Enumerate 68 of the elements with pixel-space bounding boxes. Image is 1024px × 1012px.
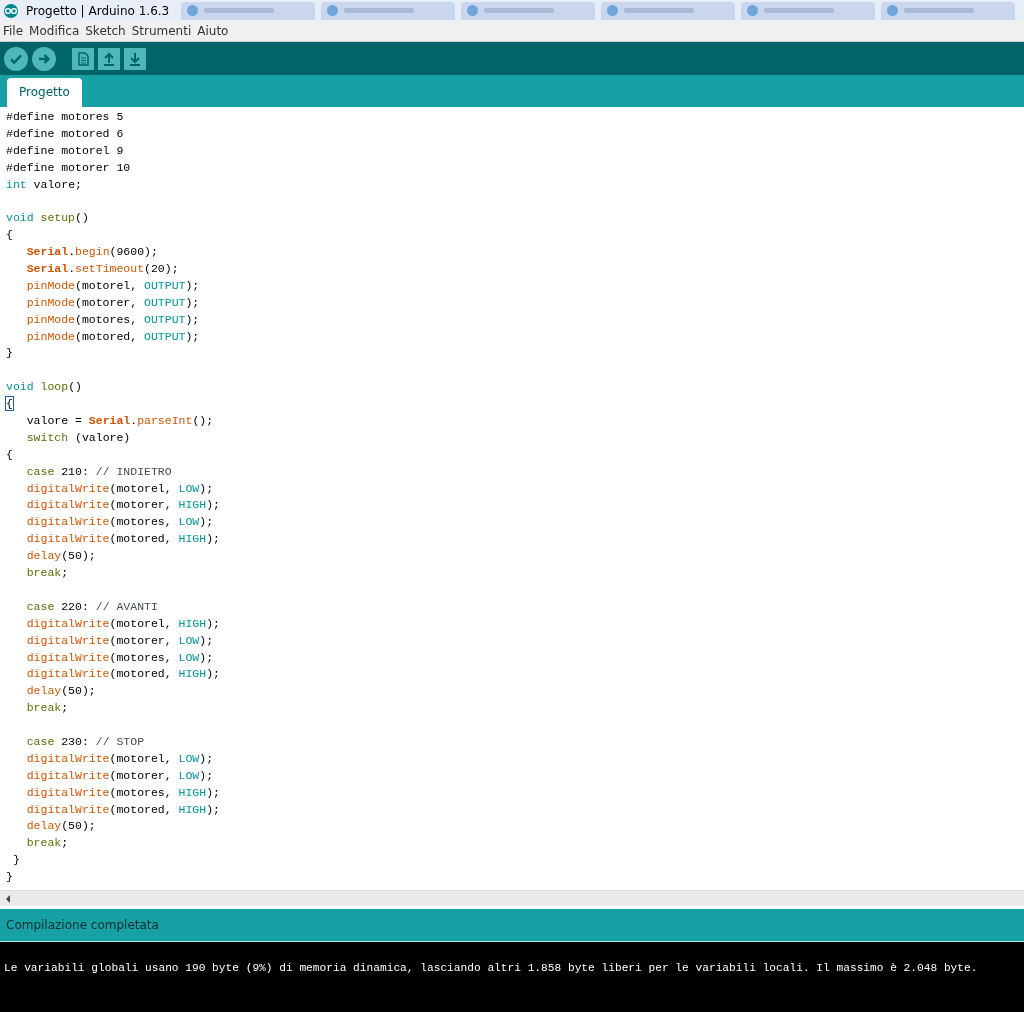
code-line: digitalWrite(motorel, LOW); bbox=[25, 480, 214, 497]
code-line: case 220: // AVANTI bbox=[25, 598, 158, 615]
code-line: #define motorel 9 bbox=[6, 142, 124, 159]
code-line: Serial.setTimeout(20); bbox=[25, 261, 179, 277]
browser-tab[interactable] bbox=[321, 1, 456, 20]
code-line: delay(50); bbox=[25, 683, 96, 700]
code-line: break; bbox=[25, 700, 69, 717]
code-line: } bbox=[6, 869, 13, 886]
open-button[interactable] bbox=[98, 47, 120, 70]
code-line: valore = Serial.parseInt(); bbox=[25, 413, 214, 430]
new-sketch-button[interactable] bbox=[72, 47, 94, 70]
menu-item[interactable]: Sketch bbox=[85, 24, 126, 38]
code-line: digitalWrite(motores, LOW); bbox=[25, 649, 214, 666]
left-arrow-icon[interactable] bbox=[5, 894, 11, 903]
code-line: Serial.begin(9600); bbox=[25, 244, 158, 261]
code-line: digitalWrite(motored, HIGH); bbox=[25, 801, 220, 818]
code-line: digitalWrite(motorer, LOW); bbox=[25, 767, 214, 784]
code-line: pinMode(motored, OUTPUT); bbox=[25, 328, 200, 345]
code-line: digitalWrite(motorel, HIGH); bbox=[25, 615, 220, 632]
code-line: switch (valore) bbox=[25, 429, 131, 446]
code-line: void setup() bbox=[6, 210, 89, 227]
menu-item[interactable]: Modifica bbox=[29, 24, 80, 38]
upload-button[interactable] bbox=[32, 46, 56, 71]
code-line: delay(50); bbox=[25, 818, 96, 835]
code-line: { bbox=[6, 396, 13, 413]
code-line: #define motores 5 bbox=[6, 109, 124, 125]
code-line: digitalWrite(motorer, LOW); bbox=[25, 632, 214, 649]
save-button[interactable] bbox=[124, 47, 146, 70]
code-line: digitalWrite(motored, HIGH); bbox=[25, 666, 220, 683]
code-line: pinMode(motorer, OUTPUT); bbox=[25, 294, 200, 311]
code-line: pinMode(motores, OUTPUT); bbox=[25, 311, 200, 328]
code-line: void loop() bbox=[6, 379, 82, 396]
code-line: #define motorer 10 bbox=[6, 159, 131, 176]
code-line: break; bbox=[25, 835, 69, 852]
code-line: case 230: // STOP bbox=[25, 733, 145, 750]
code-line: } bbox=[11, 852, 20, 869]
menu-item[interactable]: File bbox=[3, 24, 24, 38]
code-line: digitalWrite(motores, HIGH); bbox=[25, 784, 220, 801]
code-line: digitalWrite(motored, HIGH); bbox=[25, 531, 220, 548]
verify-button[interactable] bbox=[4, 46, 28, 71]
code-line: digitalWrite(motorel, LOW); bbox=[25, 750, 214, 767]
horizontal-scrollbar[interactable] bbox=[0, 890, 1024, 906]
browser-tab[interactable] bbox=[181, 1, 316, 20]
code-line: break; bbox=[25, 565, 69, 582]
menu-item[interactable]: Strumenti bbox=[131, 24, 192, 38]
browser-tab[interactable] bbox=[601, 1, 736, 20]
window-title: Progetto | Arduino 1.6.3 bbox=[26, 3, 170, 18]
code-line: int valore; bbox=[6, 176, 82, 193]
code-line: pinMode(motorel, OUTPUT); bbox=[25, 277, 200, 294]
code-line: case 210: // INDIETRO bbox=[25, 463, 172, 480]
code-line: } bbox=[6, 345, 13, 362]
menu-item[interactable]: Aiuto bbox=[197, 24, 229, 38]
browser-tab[interactable] bbox=[881, 1, 1016, 20]
download-icon bbox=[127, 50, 143, 67]
upload-icon bbox=[101, 50, 117, 67]
code-line: delay(50); bbox=[25, 548, 96, 565]
browser-tab[interactable] bbox=[461, 1, 596, 20]
code-line: { bbox=[6, 446, 13, 463]
code-line: digitalWrite(motores, LOW); bbox=[25, 514, 214, 531]
code-line: #define motored 6 bbox=[6, 125, 124, 142]
status-message: Compilazione completata bbox=[6, 918, 159, 932]
sketch-tab[interactable]: Progetto bbox=[7, 78, 82, 107]
code-line: digitalWrite(motorer, HIGH); bbox=[25, 497, 220, 514]
document-icon bbox=[75, 50, 91, 67]
browser-tab[interactable] bbox=[741, 1, 876, 20]
infinity-logo-icon bbox=[2, 3, 20, 18]
console-line: Le variabili globali usano 190 byte (9%) di memoria dinamica, lasciando altri 1.858 byte liberi per le variabili locali. Il massimo è 2.048 byte. bbox=[4, 962, 979, 974]
code-line: { bbox=[6, 227, 13, 244]
